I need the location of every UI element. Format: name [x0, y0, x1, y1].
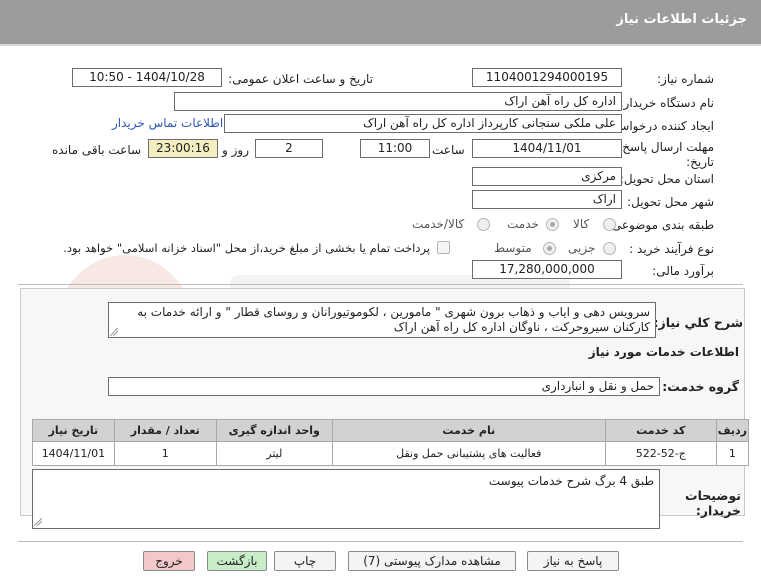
service-group-field[interactable]: حمل و نقل و انبارداری	[108, 377, 660, 396]
service-group-label: گروه خدمت:	[662, 379, 739, 394]
services-table: ردیف کد خدمت نام خدمت واحد اندازه گیری ت…	[32, 419, 750, 466]
deadline-label-line1: مهلت ارسال پاسخ: تا	[607, 140, 714, 154]
process-option-medium: متوسط	[494, 241, 532, 255]
days-field[interactable]: 2	[255, 139, 323, 158]
process-medium-radio[interactable]	[543, 242, 556, 255]
divider	[18, 541, 743, 542]
payment-note: پرداخت تمام یا بخشی از مبلغ خرید،از محل …	[63, 241, 430, 255]
process-minor-radio[interactable]	[603, 242, 616, 255]
announce-datetime-field[interactable]: 1404/10/28 - 10:50	[72, 68, 222, 87]
page-header: جزئیات اطلاعات نیاز	[0, 0, 761, 46]
exit-button[interactable]: خروج	[143, 551, 195, 571]
deadline-label-line2: تاریخ:	[686, 155, 714, 169]
deadline-time-field[interactable]: 11:00	[360, 139, 430, 158]
estimate-field[interactable]: 17,280,000,000	[472, 260, 622, 279]
creator-field[interactable]: علی ملکی سنجانی کارپرداز اداره کل راه آه…	[224, 114, 622, 133]
table-row[interactable]: 1 ج-52-522 فعالیت های پشتیبانی حمل ونقل …	[32, 441, 750, 466]
buyer-org-label: نام دستگاه خریدار:	[619, 96, 715, 110]
buyer-notes-label-line2: خریدار:	[695, 503, 741, 518]
col-header-code: کد خدمت	[604, 419, 717, 442]
category-option-both: کالا/خدمت	[412, 217, 465, 231]
time-label: ساعت	[432, 143, 465, 157]
remaining-time-field: 23:00:16	[148, 139, 218, 158]
cell-qty: 1	[113, 441, 217, 466]
city-label: شهر محل تحویل:	[627, 195, 714, 209]
col-header-date: تاریخ نیاز	[32, 419, 115, 442]
estimate-label: برآورد مالی:	[652, 264, 714, 278]
description-label: شرح کلي نیاز:	[653, 315, 743, 330]
cell-date: 1404/11/01	[32, 441, 115, 466]
print-button[interactable]: چاپ	[274, 551, 336, 571]
buyer-notes-textarea[interactable]: طبق 4 برگ شرح خدمات پیوست	[32, 469, 660, 529]
process-option-minor: جزیی	[568, 241, 596, 255]
cell-unit: لیتر	[215, 441, 333, 466]
services-section-title: اطلاعات خدمات مورد نیاز	[588, 345, 739, 359]
col-header-qty: تعداد / مقدار	[113, 419, 217, 442]
col-header-unit: واحد اندازه گیری	[215, 419, 333, 442]
need-number-label: شماره نیاز:	[657, 72, 714, 86]
description-textarea[interactable]: سرویس دهی و ایاب و ذهاب برون شهری " مامو…	[108, 302, 656, 338]
resize-grip-icon	[34, 518, 42, 526]
announce-label: تاریخ و ساعت اعلان عمومی:	[228, 72, 373, 86]
cell-name: فعالیت های پشتیبانی حمل ونقل	[331, 441, 606, 466]
buyer-contact-link[interactable]: اطلاعات تماس خریدار	[112, 116, 223, 130]
cell-row: 1	[715, 441, 750, 466]
category-label: طبقه بندی موضوعی:	[607, 218, 714, 232]
category-goods-radio[interactable]	[603, 218, 616, 231]
need-number-field[interactable]: 1104001294000195	[472, 68, 622, 87]
col-header-name: نام خدمت	[331, 419, 606, 442]
page-title: جزئیات اطلاعات نیاز	[616, 12, 747, 27]
attachments-button[interactable]: مشاهده مدارک پیوستی (7)	[348, 551, 516, 571]
category-option-goods: کالا	[573, 217, 590, 231]
buyer-org-field[interactable]: اداره کل راه آهن اراک	[174, 92, 622, 111]
category-service-radio[interactable]	[546, 218, 559, 231]
deadline-date-field[interactable]: 1404/11/01	[472, 139, 622, 158]
col-header-row: ردیف	[715, 419, 750, 442]
category-option-service: خدمت	[507, 217, 539, 231]
days-label: روز و	[222, 143, 249, 157]
category-both-radio[interactable]	[477, 218, 490, 231]
process-label: نوع فرآیند خرید :	[629, 242, 714, 256]
reply-button[interactable]: پاسخ به نیاز	[527, 551, 619, 571]
back-button[interactable]: بازگشت	[207, 551, 267, 571]
remaining-label: ساعت باقی مانده	[52, 143, 142, 157]
cell-code: ج-52-522	[604, 441, 717, 466]
province-field[interactable]: مرکزی	[472, 167, 622, 186]
buyer-notes-label-line1: توضیحات	[685, 488, 741, 503]
divider	[18, 284, 743, 285]
city-field[interactable]: اراک	[472, 190, 622, 209]
resize-grip-icon	[110, 328, 118, 336]
treasury-payment-checkbox[interactable]	[437, 241, 450, 254]
province-label: استان محل تحویل:	[619, 172, 714, 186]
